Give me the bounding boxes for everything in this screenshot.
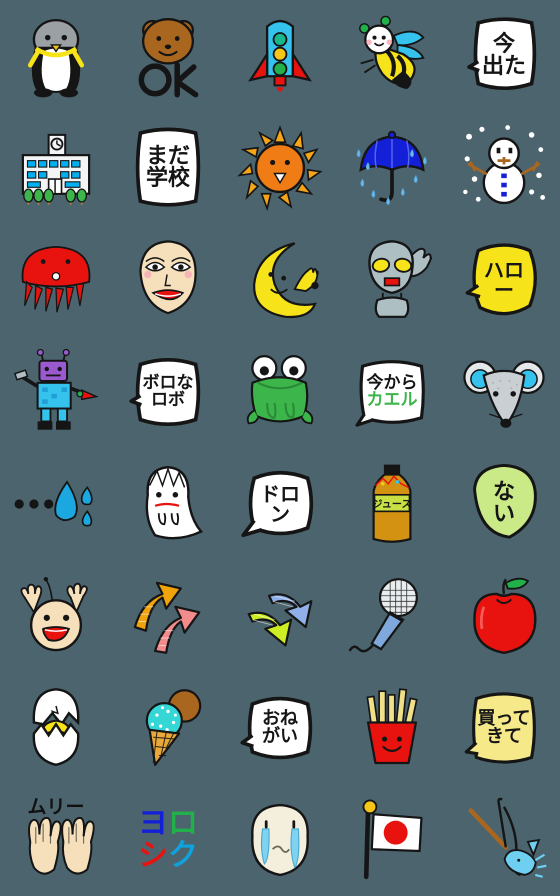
speech-bubble-icon — [355, 360, 425, 427]
snowman-icon — [463, 125, 546, 205]
frog-icon — [246, 355, 314, 425]
sticker-cell-bee[interactable] — [336, 0, 448, 112]
sticker-cell-mouse[interactable] — [448, 336, 560, 448]
chick-hatching-icon — [32, 688, 80, 767]
sticker-cell-school[interactable] — [0, 112, 112, 224]
penguin-icon — [27, 18, 85, 98]
sticker-cell-speech-still-school[interactable]: まだ 学校 — [112, 112, 224, 224]
ghost-icon — [145, 465, 204, 540]
sticker-cell-fishing-rod[interactable] — [448, 784, 560, 896]
juice-label: ジュース — [372, 498, 411, 510]
down-arrows-icon — [247, 593, 313, 647]
emoji-grid: 今 出た まだ 学校 ハロ ー ボロな ロボ 今から カエル ドロ ン ジュース… — [0, 0, 560, 896]
speech-bubble-icon — [241, 470, 314, 538]
sticker-cell-sun[interactable] — [224, 112, 336, 224]
sticker-cell-speech-doron[interactable]: ドロ ン — [224, 448, 336, 560]
sun-face-icon — [237, 125, 323, 212]
speech-bubble-icon — [129, 357, 201, 427]
sticker-cell-umbrella[interactable] — [336, 112, 448, 224]
japan-flag-icon — [362, 799, 423, 880]
speech-bubble-icon — [135, 127, 201, 207]
speech-bubble-icon — [473, 463, 537, 539]
speech-bubble-icon — [464, 692, 536, 764]
sticker-cell-sweat-drop[interactable] — [0, 448, 112, 560]
face-lady-icon — [139, 240, 197, 315]
sticker-cell-face-lady[interactable] — [112, 224, 224, 336]
sticker-cell-jellyfish[interactable] — [0, 224, 112, 336]
sticker-cell-moon[interactable] — [224, 224, 336, 336]
sticker-cell-microphone[interactable] — [336, 560, 448, 672]
crying-face-icon — [251, 803, 309, 877]
bee-icon — [359, 15, 425, 90]
sticker-cell-speech-hello[interactable]: ハロ ー — [448, 224, 560, 336]
sticker-cell-crying-face[interactable] — [224, 784, 336, 896]
sticker-cell-penguin[interactable] — [0, 0, 112, 112]
yoro-char-1: ヨ — [138, 806, 168, 841]
sticker-cell-speech-none[interactable]: な い — [448, 448, 560, 560]
sticker-cell-japan-flag[interactable] — [336, 784, 448, 896]
bear-ok-icon — [138, 18, 199, 98]
sticker-cell-speech-broken-robot[interactable]: ボロな ロボ — [112, 336, 224, 448]
yoroshiku-caption: ヨ ロ シ ク — [112, 784, 224, 896]
sticker-cell-speech-just-left[interactable]: 今 出た — [448, 0, 560, 112]
mouse-face-icon — [463, 360, 545, 428]
speech-bubble-icon — [240, 696, 313, 760]
hands-impossible-icon — [28, 816, 95, 875]
yoro-char-4: ク — [168, 838, 198, 873]
sticker-cell-yoroshiku[interactable]: ヨ ロ シ ク — [112, 784, 224, 896]
sticker-cell-speech-please[interactable]: おね がい — [224, 672, 336, 784]
microphone-icon — [348, 578, 418, 653]
speech-bubble-icon — [465, 243, 537, 316]
sticker-cell-speech-buy-it[interactable]: 買って きて — [448, 672, 560, 784]
juice-bottle-icon: ジュース — [372, 464, 412, 543]
speech-bubble-icon — [467, 17, 537, 91]
sticker-cell-speech-going-home[interactable]: 今から カエル — [336, 336, 448, 448]
sticker-cell-up-arrows[interactable] — [112, 560, 224, 672]
up-arrows-icon — [133, 581, 201, 654]
umbrella-rain-icon — [356, 130, 427, 206]
sticker-cell-apple[interactable] — [448, 560, 560, 672]
sticker-cell-baby-face[interactable] — [0, 560, 112, 672]
sticker-cell-rocket[interactable] — [224, 0, 336, 112]
ice-cream-cone-icon — [145, 689, 202, 766]
sticker-cell-juice-bottle[interactable]: ジュース — [336, 448, 448, 560]
fishing-rod-fish-icon — [468, 797, 547, 878]
school-building-icon — [21, 133, 91, 205]
alien-waving-icon — [368, 240, 433, 318]
sticker-cell-down-arrows[interactable] — [224, 560, 336, 672]
sweat-drop-dots-icon — [14, 480, 93, 527]
sticker-cell-bear-ok[interactable] — [112, 0, 224, 112]
crescent-moon-icon — [253, 242, 319, 319]
apple-icon — [473, 577, 537, 655]
rocket-traffic-light-icon — [248, 19, 312, 92]
sticker-cell-fries[interactable] — [336, 672, 448, 784]
yoro-char-3: シ — [138, 838, 168, 873]
sticker-cell-chick-hatching[interactable] — [0, 672, 112, 784]
sticker-cell-snowman[interactable] — [448, 112, 560, 224]
baby-face-arms-up-icon — [20, 576, 88, 652]
sticker-cell-alien[interactable] — [336, 224, 448, 336]
yoro-char-2: ロ — [168, 806, 198, 841]
sticker-cell-robot[interactable] — [0, 336, 112, 448]
sticker-cell-frog[interactable] — [224, 336, 336, 448]
red-jellyfish-icon — [21, 245, 91, 313]
robot-character-icon — [14, 348, 99, 430]
french-fries-icon — [366, 688, 418, 765]
sticker-cell-ghost[interactable] — [112, 448, 224, 560]
sticker-cell-ice-cream[interactable] — [112, 672, 224, 784]
sticker-cell-hands-impossible[interactable]: ムリー — [0, 784, 112, 896]
